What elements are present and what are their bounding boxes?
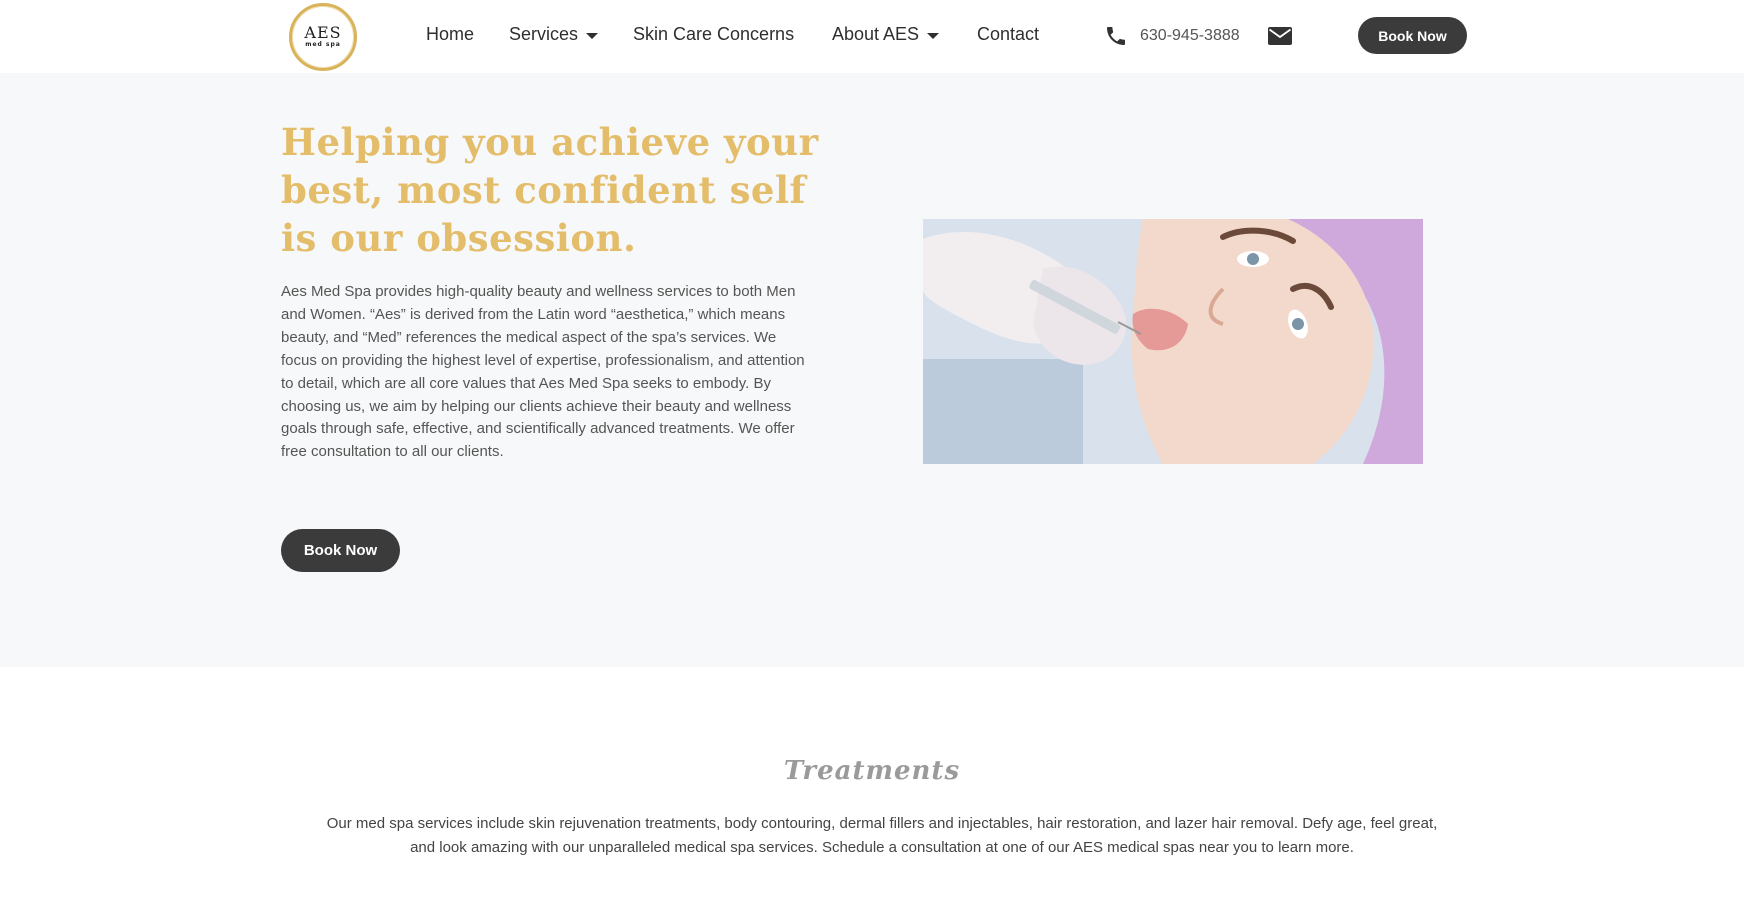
logo-text: AES (304, 23, 342, 42)
logo-subtext: med spa (305, 41, 341, 48)
nav-label: Contact (977, 24, 1040, 44)
nav-contact[interactable]: Contact (977, 24, 1039, 45)
nav-about-aes[interactable]: About AES (832, 24, 940, 45)
mail-icon[interactable] (1268, 27, 1292, 45)
nav-label: About AES (832, 24, 920, 44)
hero-description: Aes Med Spa provides high-quality beauty… (281, 283, 805, 461)
hero-section: Helping you achieve your best, most conf… (0, 73, 1744, 667)
nav-label: Services (509, 24, 579, 44)
phone-number[interactable]: 630-945-3888 (1140, 27, 1240, 45)
nav-home[interactable]: Home (426, 24, 474, 45)
hero-title: Helping you achieve your best, most conf… (281, 120, 819, 260)
site-header: AES med spa Home Services Skin Care Conc… (0, 0, 1744, 73)
phone-icon[interactable] (1104, 24, 1128, 48)
treatment-photo (923, 219, 1423, 464)
book-now-button[interactable]: Book Now (1358, 17, 1467, 54)
hero-image (923, 219, 1423, 464)
treatments-description: Our med spa services include skin rejuve… (326, 815, 1438, 856)
nav-skin-care-concerns[interactable]: Skin Care Concerns (633, 24, 794, 45)
chevron-down-icon (927, 32, 940, 39)
hero-book-now-button[interactable]: Book Now (281, 529, 400, 572)
chevron-down-icon (586, 32, 599, 39)
treatments-title: Treatments (783, 756, 961, 786)
nav-services[interactable]: Services (509, 24, 599, 45)
logo[interactable]: AES med spa (289, 3, 357, 71)
nav-label: Home (426, 24, 475, 44)
nav-label: Skin Care Concerns (633, 24, 795, 44)
